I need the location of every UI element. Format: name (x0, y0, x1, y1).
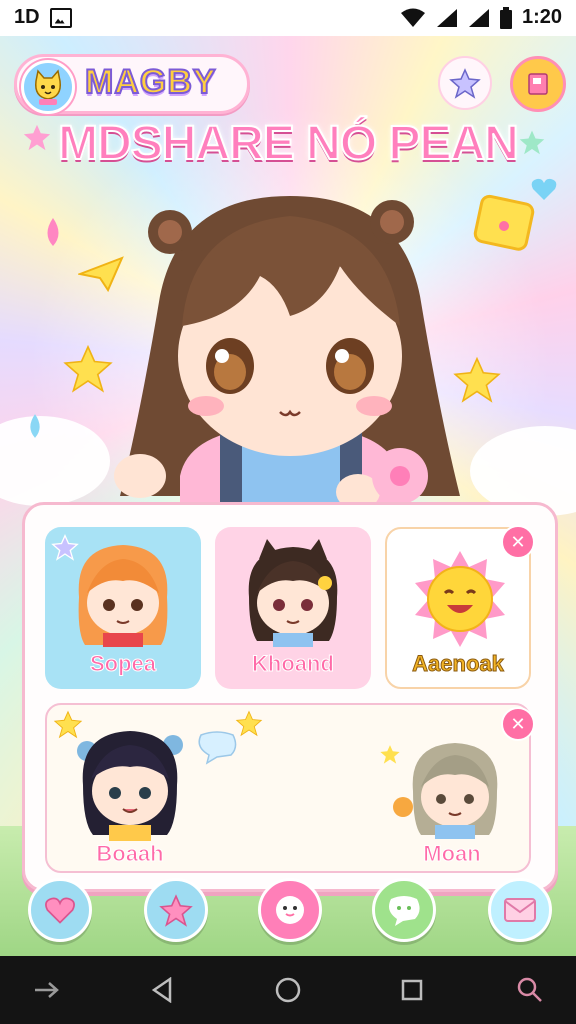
nav-mail-button[interactable] (488, 878, 552, 942)
character-portrait (248, 539, 338, 647)
character-name: Moan (423, 841, 481, 867)
status-left-text: 1D (14, 6, 40, 28)
recents-square-icon (401, 979, 423, 1001)
nav-heart-button[interactable] (28, 878, 92, 942)
status-time: 1:20 (521, 6, 562, 28)
drop-decoration-icon (47, 218, 59, 246)
notebook-button[interactable] (510, 56, 566, 112)
battery-icon (499, 6, 512, 29)
star-decoration-icon (23, 124, 51, 151)
character-card-duo[interactable]: Boaah Moan (45, 703, 531, 873)
character-portrait (78, 545, 168, 647)
speech-bubble-decoration-icon (198, 731, 237, 765)
character-name: Khoand (252, 651, 335, 677)
system-navigation-bar (0, 956, 576, 1024)
star-decoration-icon (235, 710, 263, 737)
image-notification-icon (49, 7, 72, 28)
back-arrow-button[interactable] (26, 970, 66, 1010)
star-icon (449, 68, 481, 99)
character-name: Boaah (96, 841, 164, 867)
signal-icon (468, 8, 489, 27)
book-icon (528, 73, 548, 95)
wifi-icon (400, 8, 425, 27)
star-decoration-icon (519, 130, 545, 155)
character-name: Aaenoak (412, 651, 505, 677)
page-title: MDSHARE NÓ PEAN (57, 116, 520, 171)
star-decoration-icon (51, 534, 79, 561)
favorites-button[interactable] (438, 56, 492, 110)
star-icon (159, 894, 193, 927)
cat-avatar-icon (21, 60, 75, 114)
search-icon (517, 977, 542, 1002)
character-card-sopea[interactable]: Sopea (45, 527, 201, 689)
back-button[interactable] (142, 970, 182, 1010)
close-card-button[interactable]: ✕ (501, 707, 535, 741)
app-screen: MAGBY MDSHARE NÓ PEAN Sopea Khoand Aaeno… (0, 36, 576, 956)
home-circle-icon (275, 977, 301, 1003)
search-button[interactable] (510, 970, 550, 1010)
nav-chat-button[interactable] (372, 878, 436, 942)
star-decoration-icon (380, 745, 400, 764)
drop-decoration-icon (30, 414, 40, 438)
face-icon (276, 896, 304, 924)
brand-badge[interactable]: MAGBY (14, 54, 250, 114)
chat-bubble-icon (389, 896, 420, 926)
star-decoration-icon (53, 710, 83, 739)
nav-star-button[interactable] (144, 878, 208, 942)
sun-mascot-icon (415, 551, 505, 647)
recents-button[interactable] (392, 970, 432, 1010)
back-triangle-icon (151, 977, 172, 1003)
cloud-decoration (0, 416, 110, 506)
character-name: Sopea (89, 651, 157, 677)
home-button[interactable] (268, 970, 308, 1010)
hero-girl-illustration (114, 196, 460, 506)
nav-home-button[interactable] (258, 878, 322, 942)
mail-icon (504, 898, 536, 922)
status-bar: 1D 1:20 (0, 0, 576, 36)
character-portrait-boaah (77, 731, 183, 841)
brand-name: MAGBY (84, 62, 217, 102)
signal-icon (436, 8, 457, 27)
close-card-button[interactable]: ✕ (501, 525, 535, 559)
back-arrow-icon (35, 982, 59, 998)
character-select-panel: Sopea Khoand Aaenoak ✕ Boaah Moan ✕ (22, 502, 558, 892)
heart-icon (45, 897, 75, 924)
character-portrait-moan (393, 743, 498, 839)
character-card-khoand[interactable]: Khoand (215, 527, 371, 689)
gift-box-decoration-icon (473, 194, 535, 251)
